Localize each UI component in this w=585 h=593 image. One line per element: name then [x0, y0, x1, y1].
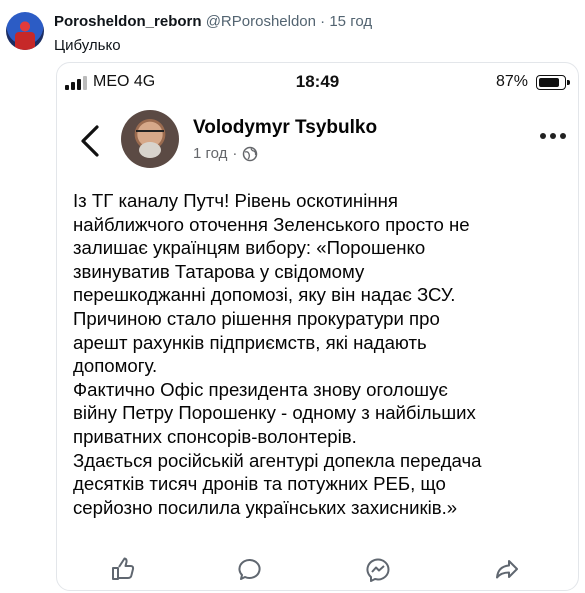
post-body: Із ТГ каналу Путч! Рівень оскотиніння на… [73, 190, 482, 518]
post-time[interactable]: 1 год [193, 145, 227, 162]
tweet-timestamp[interactable]: 15 год [329, 13, 372, 30]
battery-icon [536, 75, 570, 90]
phone-status-bar: MEO 4G 18:49 87% [57, 63, 578, 101]
tweet-separator: · [320, 13, 326, 30]
comment-icon[interactable] [237, 557, 263, 583]
tweet-header: Porosheldon_reborn @RPorosheldon · 15 го… [0, 0, 585, 60]
attached-screenshot[interactable]: MEO 4G 18:49 87% Volodymyr Tsybulko 1 го… [56, 62, 579, 591]
share-icon[interactable] [494, 557, 520, 583]
post-separator: · [232, 145, 238, 162]
chevron-left-icon[interactable] [75, 121, 109, 161]
post-author-name[interactable]: Volodymyr Tsybulko [193, 117, 377, 139]
post-author-avatar[interactable] [121, 110, 179, 168]
tweet-author-handle[interactable]: @RPorosheldon [206, 13, 316, 30]
tweet-text: Цибулько [54, 37, 121, 54]
tweet-author-name[interactable]: Porosheldon_reborn [54, 13, 202, 30]
messenger-icon[interactable] [365, 557, 391, 583]
like-icon[interactable] [110, 557, 136, 583]
more-horizontal-icon[interactable] [540, 133, 566, 141]
battery-percent: 87% [495, 73, 528, 90]
post-meta: 1 год · [193, 145, 258, 162]
tweet-author-line: Porosheldon_reborn @RPorosheldon · 15 го… [54, 13, 372, 30]
post-action-bar [57, 553, 578, 587]
globe-icon [243, 146, 258, 161]
tweet-author-avatar[interactable] [6, 12, 44, 50]
